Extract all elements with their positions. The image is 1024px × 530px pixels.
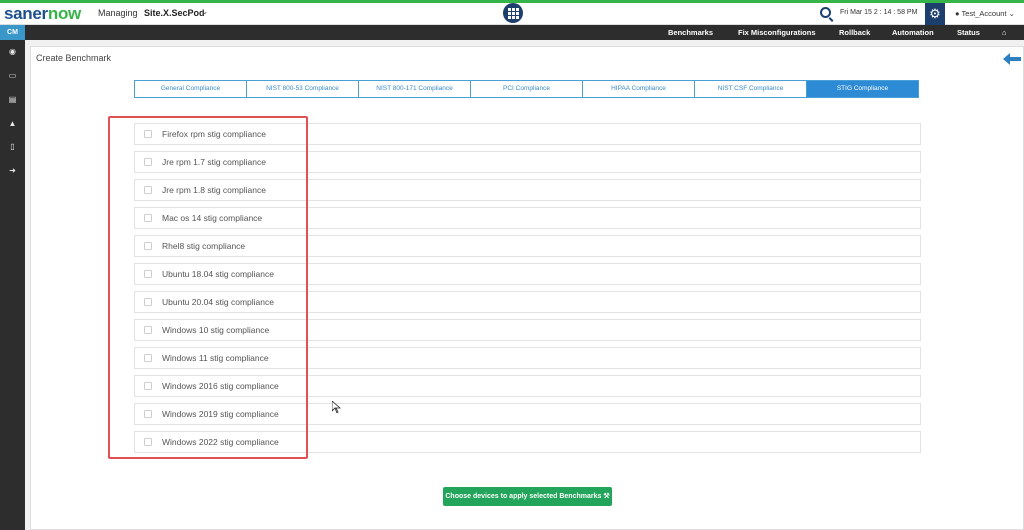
search-icon[interactable]	[820, 7, 831, 18]
tab-hipaa[interactable]: HIPAA Compliance	[582, 80, 695, 98]
home-icon[interactable]: ⌂	[1002, 28, 1007, 37]
site-selector[interactable]: Site.X.SecPod	[144, 8, 205, 18]
tab-stig[interactable]: STIG Compliance	[806, 80, 919, 98]
left-sidebar: ◉ ▭ ▤ ▲ ▯ ➜	[0, 40, 25, 530]
main-nav: CM Benchmarks Fix Misconfigurations Roll…	[0, 25, 1024, 40]
logo: sanernow	[4, 4, 81, 23]
gear-icon[interactable]: ⚙	[925, 3, 945, 25]
account-menu[interactable]: ● Test_Account ⌄	[955, 9, 1015, 18]
nav-rollback[interactable]: Rollback	[839, 28, 870, 37]
monitor-icon[interactable]: ▭	[7, 70, 18, 81]
datetime-display: Fri Mar 15 2 : 14 : 58 PM	[840, 9, 918, 16]
apply-button-label: Choose devices to apply selected Benchma…	[445, 493, 602, 500]
nav-automation[interactable]: Automation	[892, 28, 934, 37]
apply-benchmarks-button[interactable]: Choose devices to apply selected Benchma…	[443, 487, 612, 506]
tab-nist-800-53[interactable]: NIST 800-53 Compliance	[246, 80, 359, 98]
managing-label: Managing	[98, 8, 138, 18]
chevron-down-icon[interactable]: ⌄	[201, 6, 209, 17]
grid-icon[interactable]	[503, 3, 523, 23]
book-icon[interactable]: ▯	[7, 141, 18, 152]
warning-icon[interactable]: ▲	[7, 118, 18, 129]
eye-icon[interactable]: ◉	[7, 46, 18, 57]
list-icon[interactable]: ▤	[7, 94, 18, 105]
account-name: Test_Account	[961, 9, 1007, 18]
user-icon: ●	[955, 9, 960, 18]
chevron-down-icon: ⌄	[1008, 9, 1015, 18]
mouse-cursor-icon	[332, 401, 341, 413]
back-arrow-icon[interactable]	[1003, 53, 1021, 65]
tab-general-compliance[interactable]: General Compliance	[134, 80, 247, 98]
logout-icon[interactable]: ➜	[7, 165, 18, 176]
main-content: Create Benchmark General Compliance NIST…	[30, 46, 1024, 530]
compliance-tabs: General Compliance NIST 800-53 Complianc…	[134, 80, 919, 98]
tab-nist-800-171[interactable]: NIST 800-171 Compliance	[358, 80, 471, 98]
highlight-box	[108, 116, 308, 459]
tab-nist-csf[interactable]: NIST CSF Compliance	[694, 80, 807, 98]
top-header: sanernow Managing Site.X.SecPod ⌄ Fri Ma…	[0, 3, 1024, 25]
nav-fix-misconfigurations[interactable]: Fix Misconfigurations	[738, 28, 816, 37]
nav-benchmarks[interactable]: Benchmarks	[668, 28, 713, 37]
wrench-icon: ⚒	[603, 493, 610, 500]
tab-pci[interactable]: PCI Compliance	[470, 80, 583, 98]
page-title: Create Benchmark	[36, 53, 112, 63]
nav-status[interactable]: Status	[957, 28, 980, 37]
module-cm-label[interactable]: CM	[0, 25, 25, 40]
